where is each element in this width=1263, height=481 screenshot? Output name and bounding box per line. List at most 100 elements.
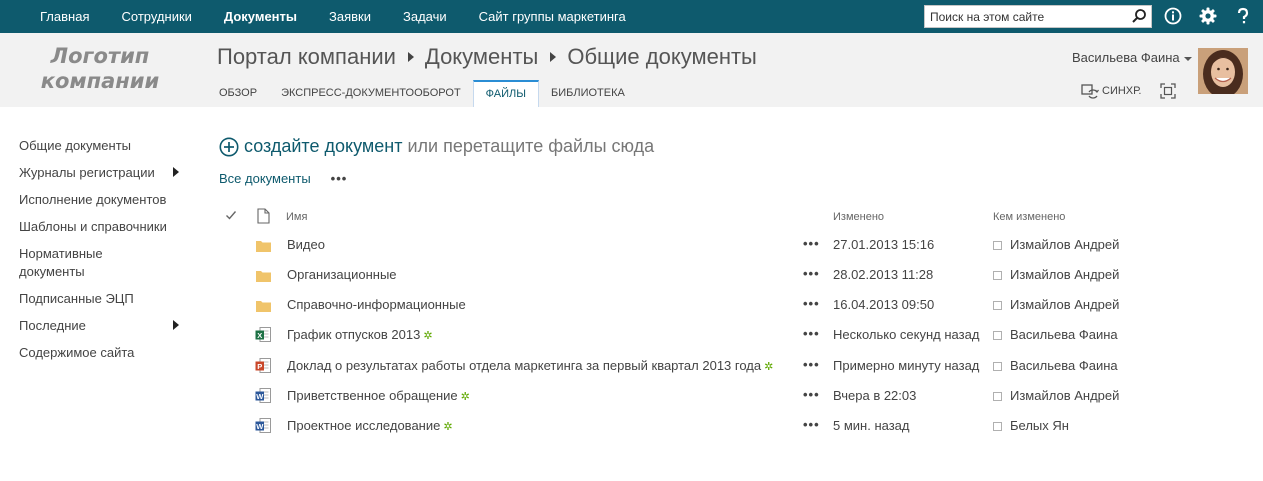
user-name: Васильева Фаина bbox=[1072, 50, 1180, 65]
topnav-item-requests[interactable]: Заявки bbox=[329, 9, 371, 24]
modified-date: 5 мин. назад bbox=[833, 418, 910, 433]
nav-item-label: Нормативные документы bbox=[19, 246, 103, 279]
topnav-item-tasks[interactable]: Задачи bbox=[403, 9, 447, 24]
modified-by-user[interactable]: Измайлов Андрей bbox=[1010, 388, 1119, 403]
nav-item[interactable]: Последние bbox=[19, 317, 179, 335]
item-menu-button[interactable]: ••• bbox=[803, 417, 820, 432]
modified-by-user[interactable]: Измайлов Андрей bbox=[1010, 267, 1119, 282]
word-file-icon: W bbox=[255, 387, 272, 403]
nav-item[interactable]: Подписанные ЭЦП bbox=[19, 290, 169, 308]
avatar[interactable] bbox=[1198, 48, 1248, 94]
topnav-item-documents[interactable]: Документы bbox=[224, 9, 297, 24]
nav-item[interactable]: Содержимое сайта bbox=[19, 344, 169, 362]
table-row[interactable]: Видео ••• 27.01.2013 15:16 Измайлов Андрей bbox=[219, 230, 1159, 260]
nav-item-label: Общие документы bbox=[19, 138, 132, 153]
nav-item[interactable]: Шаблоны и справочники bbox=[19, 218, 169, 236]
expand-arrow-icon[interactable] bbox=[173, 320, 179, 330]
presence-checkbox[interactable] bbox=[993, 362, 1002, 371]
expand-arrow-icon[interactable] bbox=[173, 167, 179, 177]
modified-by-user[interactable]: Измайлов Андрей bbox=[1010, 237, 1119, 252]
table-row[interactable]: Организационные ••• 28.02.2013 11:28 Измайл… bbox=[219, 260, 1159, 290]
presence-checkbox[interactable] bbox=[993, 331, 1002, 340]
select-all-checkmark-icon[interactable] bbox=[225, 209, 237, 224]
sync-button[interactable]: СИНХР. bbox=[1081, 83, 1141, 99]
nav-item[interactable]: Общие документы bbox=[19, 137, 169, 155]
new-item-icon: ✲ bbox=[443, 421, 453, 433]
all-documents-view[interactable]: Все документы bbox=[219, 171, 311, 186]
item-menu-button[interactable]: ••• bbox=[803, 266, 820, 281]
modified-by-user[interactable]: Измайлов Андрей bbox=[1010, 297, 1119, 312]
item-menu-button[interactable]: ••• bbox=[803, 326, 820, 341]
topnav-item-employees[interactable]: Сотрудники bbox=[121, 9, 191, 24]
item-menu-button[interactable]: ••• bbox=[803, 296, 820, 311]
tab-library[interactable]: БИБЛИОТЕКА bbox=[539, 80, 637, 107]
modified-date: 16.04.2013 09:50 bbox=[833, 297, 935, 312]
svg-text:W: W bbox=[256, 392, 264, 401]
excel-file-icon: X bbox=[255, 326, 272, 342]
help-icon[interactable] bbox=[1233, 6, 1253, 26]
document-name-link[interactable]: График отпусков 2013 ✲ bbox=[287, 327, 433, 342]
document-name-link[interactable]: Видео bbox=[287, 237, 325, 252]
column-header-modified-by[interactable]: Кем изменено bbox=[993, 211, 1065, 223]
nav-item-label: Последние bbox=[19, 318, 86, 333]
column-header-modified[interactable]: Изменено bbox=[833, 211, 884, 223]
document-name-link[interactable]: Организационные bbox=[287, 267, 397, 282]
table-row[interactable]: W Приветственное обращение ✲ ••• Вчера в 22:… bbox=[219, 381, 1159, 411]
presence-checkbox[interactable] bbox=[993, 301, 1002, 310]
nav-item-label: Содержимое сайта bbox=[19, 345, 135, 360]
breadcrumb-portal[interactable]: Портал компании bbox=[217, 44, 396, 70]
document-name: Видео bbox=[287, 237, 325, 252]
document-name: График отпусков 2013 bbox=[287, 327, 421, 342]
breadcrumb-shared-documents[interactable]: Общие документы bbox=[567, 44, 757, 70]
item-menu-button[interactable]: ••• bbox=[803, 387, 820, 402]
item-menu-button[interactable]: ••• bbox=[803, 357, 820, 372]
folder-icon bbox=[255, 299, 272, 315]
item-menu-button[interactable]: ••• bbox=[803, 236, 820, 251]
nav-item[interactable]: Журналы регистрации bbox=[19, 164, 179, 182]
presence-checkbox[interactable] bbox=[993, 422, 1002, 431]
presence-checkbox[interactable] bbox=[993, 241, 1002, 250]
breadcrumb-separator-icon bbox=[550, 52, 557, 62]
focus-content-icon[interactable] bbox=[1160, 83, 1176, 99]
modified-by-user[interactable]: Васильева Фаина bbox=[1010, 327, 1118, 342]
presence-checkbox[interactable] bbox=[993, 392, 1002, 401]
search-icon[interactable] bbox=[1131, 8, 1147, 24]
nav-item-label: Журналы регистрации bbox=[19, 165, 155, 180]
breadcrumb-documents[interactable]: Документы bbox=[425, 44, 538, 70]
suite-bar: Главная Сотрудники Документы Заявки Зада… bbox=[0, 0, 1263, 33]
table-row[interactable]: X График отпусков 2013 ✲ ••• Несколько секун… bbox=[219, 320, 1159, 350]
modified-by-user[interactable]: Белых Ян bbox=[1010, 418, 1069, 433]
svg-text:X: X bbox=[257, 331, 262, 340]
site-header: Логотип компании Портал компании Докумен… bbox=[0, 33, 1263, 107]
topnav-item-home[interactable]: Главная bbox=[40, 9, 89, 24]
document-name-link[interactable]: Проектное исследование ✲ bbox=[287, 418, 453, 433]
search-input[interactable] bbox=[925, 6, 1131, 27]
info-icon[interactable] bbox=[1163, 6, 1183, 26]
column-header-name[interactable]: Имя bbox=[286, 211, 307, 223]
nav-item[interactable]: Исполнение документов bbox=[19, 191, 169, 209]
topnav-item-marketing-site[interactable]: Сайт группы маркетинга bbox=[479, 9, 626, 24]
sync-label: СИНХР. bbox=[1102, 85, 1142, 97]
more-views-button[interactable]: ••• bbox=[331, 171, 348, 186]
table-row[interactable]: W Проектное исследование ✲ ••• 5 мин. назад Б… bbox=[219, 411, 1159, 441]
sync-icon bbox=[1081, 84, 1099, 99]
tab-overview[interactable]: ОБЗОР bbox=[207, 80, 269, 107]
user-menu[interactable]: Васильева Фаина bbox=[1072, 50, 1192, 65]
tab-files[interactable]: ФАЙЛЫ bbox=[472, 80, 539, 107]
gear-icon[interactable] bbox=[1198, 6, 1218, 26]
document-name: Доклад о результатах работы отдела марке… bbox=[287, 358, 762, 373]
add-circle-icon[interactable] bbox=[219, 137, 239, 157]
document-name: Справочно-информационные bbox=[287, 297, 466, 312]
create-document-link[interactable]: создайте документ bbox=[244, 136, 402, 157]
powerpoint-file-icon: P bbox=[255, 357, 272, 373]
nav-item[interactable]: Нормативные документы bbox=[19, 245, 169, 281]
modified-by-user[interactable]: Васильева Фаина bbox=[1010, 358, 1118, 373]
document-name-link[interactable]: Справочно-информационные bbox=[287, 297, 466, 312]
table-row[interactable]: P Доклад о результатах работы отдела марк… bbox=[219, 351, 1159, 381]
table-row[interactable]: Справочно-информационные ••• 16.04.2013 09… bbox=[219, 290, 1159, 320]
company-logo[interactable]: Логотип компании bbox=[30, 44, 170, 94]
tab-express-workflow[interactable]: ЭКСПРЕСС-ДОКУМЕНТООБОРОТ bbox=[269, 80, 473, 107]
document-name-link[interactable]: Приветственное обращение ✲ bbox=[287, 388, 470, 403]
document-name-link[interactable]: Доклад о результатах работы отдела марке… bbox=[287, 358, 773, 373]
presence-checkbox[interactable] bbox=[993, 271, 1002, 280]
